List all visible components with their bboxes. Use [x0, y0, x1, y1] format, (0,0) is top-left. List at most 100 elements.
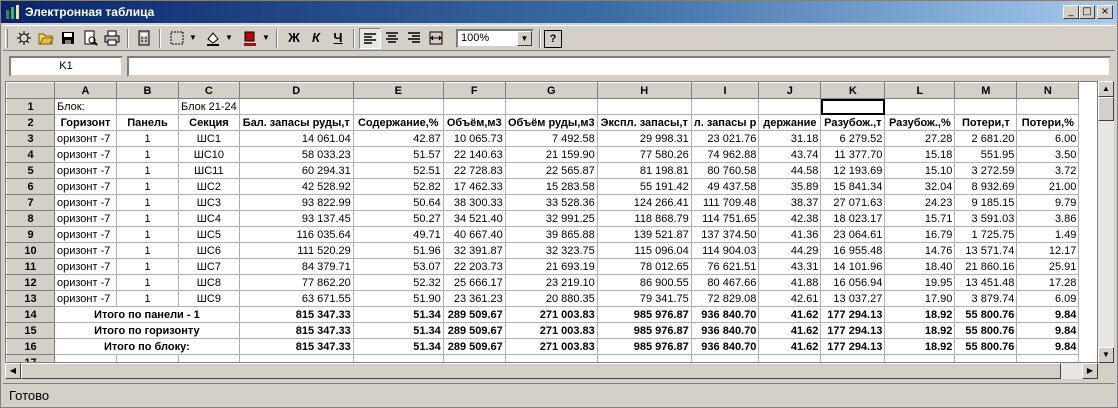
cell-g7[interactable]: 33 528.36 — [504, 194, 598, 211]
cell-e15[interactable]: 51.34 — [352, 322, 444, 339]
cell-b13[interactable]: 1 — [116, 290, 179, 307]
cell-e11[interactable]: 53.07 — [352, 258, 444, 275]
row-header[interactable]: 11 — [6, 258, 55, 275]
cell-j2[interactable]: держание — [758, 114, 822, 131]
cell-h13[interactable]: 79 341.75 — [596, 290, 692, 307]
cell-g10[interactable]: 32 323.75 — [504, 242, 598, 259]
cell-f8[interactable]: 34 521.40 — [442, 210, 506, 227]
cell-i5[interactable]: 80 760.58 — [690, 162, 760, 179]
cell-a3[interactable]: оризонт -7 — [54, 130, 117, 147]
merge-cells-icon[interactable] — [425, 28, 447, 49]
cell-m11[interactable]: 21 860.16 — [954, 258, 1018, 275]
cell-i11[interactable]: 76 621.51 — [690, 258, 760, 275]
cell-e10[interactable]: 51.96 — [352, 242, 444, 259]
cell-n7[interactable]: 9.79 — [1016, 194, 1080, 211]
cell-n14[interactable]: 9.84 — [1016, 306, 1080, 323]
cell-f7[interactable]: 38 300.33 — [442, 194, 506, 211]
cell-f3[interactable]: 10 065.73 — [442, 130, 506, 147]
cell-l6[interactable]: 32.04 — [884, 178, 956, 195]
row-header[interactable]: 10 — [6, 242, 55, 259]
cell-b7[interactable]: 1 — [116, 194, 179, 211]
column-header-f[interactable]: F — [442, 82, 506, 99]
cell-e13[interactable]: 51.90 — [352, 290, 444, 307]
cell-m12[interactable]: 13 451.48 — [954, 274, 1018, 291]
spreadsheet-grid[interactable]: ABCDEFGHIJKLMN 1 Блок: Блок 21-24 2 Горизонт… — [5, 81, 1098, 363]
cell-g11[interactable]: 21 693.19 — [504, 258, 598, 275]
horizontal-scroll-thumb[interactable] — [21, 363, 1061, 379]
cell-m15[interactable]: 55 800.76 — [954, 322, 1018, 339]
cell-f11[interactable]: 22 203.73 — [442, 258, 506, 275]
fill-color-dropdown-icon[interactable]: ▼ — [224, 28, 234, 49]
cell-n6[interactable]: 21.00 — [1016, 178, 1080, 195]
scroll-up-button[interactable]: ▲ — [1098, 81, 1114, 97]
cell-m6[interactable]: 8 932.69 — [954, 178, 1018, 195]
cell-n8[interactable]: 3.86 — [1016, 210, 1080, 227]
cell-j15[interactable]: 41.62 — [758, 322, 822, 339]
cell-d15[interactable]: 815 347.33 — [238, 322, 354, 339]
cell-reference-box[interactable]: K1 — [9, 56, 123, 77]
cell-c11[interactable]: ШС7 — [178, 258, 240, 275]
cell-l15[interactable]: 18.92 — [884, 322, 956, 339]
cell-j9[interactable]: 41.36 — [758, 226, 822, 243]
cell-n2[interactable]: Потери,% — [1016, 114, 1080, 131]
cell-m3[interactable]: 2 681.20 — [954, 130, 1018, 147]
cell-n9[interactable]: 1.49 — [1016, 226, 1080, 243]
scroll-right-button[interactable]: ▶ — [1082, 363, 1098, 379]
cell-e9[interactable]: 49.71 — [352, 226, 444, 243]
cell-d1[interactable] — [238, 98, 354, 115]
minimize-button[interactable]: _ — [1063, 5, 1079, 19]
column-header-a[interactable]: A — [54, 82, 117, 99]
font-color-icon[interactable] — [239, 28, 261, 49]
cell-e14[interactable]: 51.34 — [352, 306, 444, 323]
cell-l13[interactable]: 17.90 — [884, 290, 956, 307]
cell-h12[interactable]: 86 900.55 — [596, 274, 692, 291]
cell-g9[interactable]: 39 865.88 — [504, 226, 598, 243]
row-header[interactable]: 15 — [6, 322, 55, 339]
column-header-n[interactable]: N — [1016, 82, 1080, 99]
cell-j16[interactable]: 41.62 — [758, 338, 822, 355]
cell-k7[interactable]: 27 071.63 — [820, 194, 886, 211]
title-bar[interactable]: Электронная таблица _ □ × — [1, 1, 1117, 23]
column-header-l[interactable]: L — [884, 82, 956, 99]
cell-l2[interactable]: Разубож.,% — [884, 114, 956, 131]
fill-color-icon[interactable] — [202, 28, 224, 49]
cell-n16[interactable]: 9.84 — [1016, 338, 1080, 355]
cell-m13[interactable]: 3 879.74 — [954, 290, 1018, 307]
cell-c2[interactable]: Секция — [178, 114, 240, 131]
print-preview-icon[interactable] — [79, 28, 101, 49]
open-folder-icon[interactable] — [35, 28, 57, 49]
cell-b2[interactable]: Панель — [116, 114, 179, 131]
cell-i8[interactable]: 114 751.65 — [690, 210, 760, 227]
cell-a15[interactable]: Итого по горизонту — [54, 322, 240, 339]
row-header[interactable]: 6 — [6, 178, 55, 195]
cell-c13[interactable]: ШС9 — [178, 290, 240, 307]
cell-b9[interactable]: 1 — [116, 226, 179, 243]
cell-m8[interactable]: 3 591.03 — [954, 210, 1018, 227]
cell-f13[interactable]: 23 361.23 — [442, 290, 506, 307]
cell-a7[interactable]: оризонт -7 — [54, 194, 117, 211]
cell-e1[interactable] — [352, 98, 444, 115]
cell-g13[interactable]: 20 880.35 — [504, 290, 598, 307]
save-icon[interactable] — [57, 28, 79, 49]
cell-m7[interactable]: 9 185.15 — [954, 194, 1018, 211]
row-header[interactable]: 5 — [6, 162, 55, 179]
row-header[interactable]: 16 — [6, 338, 55, 355]
cell-i17[interactable] — [690, 354, 760, 362]
cell-f10[interactable]: 32 391.87 — [442, 242, 506, 259]
close-button[interactable]: × — [1097, 5, 1113, 19]
cell-k17[interactable] — [820, 354, 886, 362]
cell-f6[interactable]: 17 462.33 — [442, 178, 506, 195]
cell-k12[interactable]: 16 056.94 — [820, 274, 886, 291]
cell-j11[interactable]: 43.31 — [758, 258, 822, 275]
cell-j4[interactable]: 43.74 — [758, 146, 822, 163]
cell-k6[interactable]: 15 841.34 — [820, 178, 886, 195]
cell-j10[interactable]: 44.29 — [758, 242, 822, 259]
cell-j8[interactable]: 42.38 — [758, 210, 822, 227]
cell-k16[interactable]: 177 294.13 — [820, 338, 886, 355]
cell-n4[interactable]: 3.50 — [1016, 146, 1080, 163]
column-header-i[interactable]: I — [690, 82, 760, 99]
cell-g5[interactable]: 22 565.87 — [504, 162, 598, 179]
cell-i2[interactable]: л. запасы р — [690, 114, 760, 131]
help-button[interactable]: ? — [544, 30, 562, 48]
cell-n15[interactable]: 9.84 — [1016, 322, 1080, 339]
